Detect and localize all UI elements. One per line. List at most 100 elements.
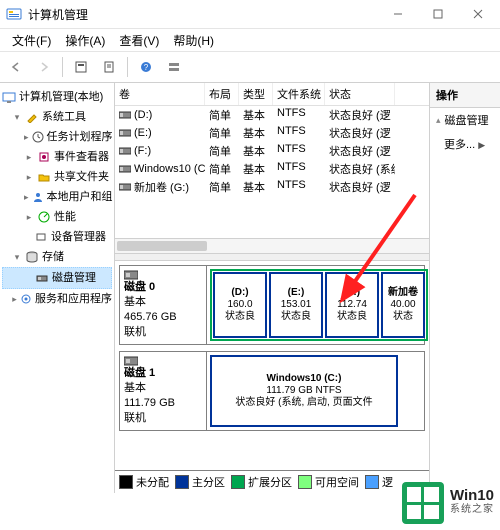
disk-mgmt-icon [35, 271, 49, 285]
horizontal-scrollbar[interactable] [115, 238, 429, 253]
collapse-icon[interactable]: ▾ [12, 248, 22, 266]
legend-label: 可用空间 [315, 474, 359, 490]
forward-button[interactable] [32, 55, 56, 79]
volume-fs: NTFS [273, 160, 325, 178]
splitter[interactable] [115, 253, 429, 261]
disk-graphical-view[interactable]: 磁盘 0基本465.76 GB联机(D:)160.0状态良(E:)153.01状… [115, 261, 429, 470]
volume-row[interactable]: Windows10 (C:)简单基本NTFS状态良好 (系统 [115, 160, 429, 178]
tree-disk-management[interactable]: 磁盘管理 [2, 267, 112, 289]
col-volume[interactable]: 卷 [115, 83, 205, 105]
volume-status: 状态良好 (逻 [325, 142, 395, 160]
tree-storage[interactable]: ▾ 存储 [2, 247, 112, 267]
refresh-button[interactable] [69, 55, 93, 79]
svg-text:?: ? [144, 63, 149, 72]
tree-event-viewer[interactable]: ▸事件查看器 [2, 147, 112, 167]
volume-name: Windows10 (C:) [134, 163, 205, 175]
volume-row[interactable]: 新加卷 (G:)简单基本NTFS状态良好 (逻 [115, 178, 429, 196]
computer-icon [2, 90, 16, 104]
tree-label: 设备管理器 [51, 228, 106, 246]
legend-label: 扩展分区 [248, 474, 292, 490]
maximize-button[interactable] [418, 0, 458, 28]
extended-partition-group[interactable]: (D:)160.0状态良(E:)153.01状态良(F:)112.74状态良新加… [210, 269, 428, 341]
disk[interactable]: 磁盘 1基本111.79 GB联机Windows10 (C:)111.79 GB… [119, 351, 425, 431]
legend: 未分配 主分区 扩展分区 可用空间 逻 [115, 470, 429, 493]
legend-swatch-unalloc [119, 475, 133, 489]
folder-icon [37, 170, 51, 184]
partition-title: Windows10 (C:) [267, 373, 342, 385]
partition-status: 状态良 [281, 311, 311, 323]
actions-header: 操作 [430, 83, 500, 108]
volume-fs: NTFS [273, 106, 325, 124]
volume-list[interactable]: 卷 布局 类型 文件系统 状态 (D:)简单基本NTFS状态良好 (逻(E:)简… [115, 83, 429, 253]
legend-swatch-free [298, 475, 312, 489]
menu-file[interactable]: 文件(F) [6, 30, 57, 51]
partition[interactable]: (F:)112.74状态良 [325, 272, 379, 338]
disk-state: 联机 [124, 325, 202, 340]
disk-partitions: (D:)160.0状态良(E:)153.01状态良(F:)112.74状态良新加… [207, 266, 424, 344]
volume-layout: 简单 [205, 142, 239, 160]
disk-partitions: Windows10 (C:)111.79 GB NTFS状态良好 (系统, 启动… [207, 352, 424, 430]
drive-icon [119, 128, 131, 138]
legend-label: 主分区 [192, 474, 225, 490]
expand-icon[interactable]: ▸ [24, 168, 34, 186]
expand-icon[interactable]: ▸ [24, 188, 29, 206]
disk-info[interactable]: 磁盘 0基本465.76 GB联机 [120, 266, 207, 344]
volume-header[interactable]: 卷 布局 类型 文件系统 状态 [115, 83, 429, 106]
volume-fs: NTFS [273, 142, 325, 160]
legend-label: 逻 [382, 474, 393, 490]
tree-label: 计算机管理(本地) [19, 88, 103, 106]
clock-icon [32, 130, 44, 144]
partition[interactable]: (E:)153.01状态良 [269, 272, 323, 338]
expand-icon[interactable]: ▸ [12, 290, 17, 308]
back-button[interactable] [4, 55, 28, 79]
menu-help[interactable]: 帮助(H) [167, 30, 220, 51]
help-button[interactable]: ? [134, 55, 158, 79]
volume-row[interactable]: (E:)简单基本NTFS状态良好 (逻 [115, 124, 429, 142]
actions-more[interactable]: 更多... ▶ [430, 132, 500, 156]
tree-task-scheduler[interactable]: ▸任务计划程序 [2, 127, 112, 147]
properties-button[interactable] [97, 55, 121, 79]
expand-icon[interactable]: ▸ [24, 128, 29, 146]
actions-more-label: 更多... [444, 139, 475, 151]
tree-root[interactable]: 计算机管理(本地) [2, 87, 112, 107]
partition-status: 状态 [393, 311, 413, 323]
actions-disk-mgmt[interactable]: ▴ 磁盘管理 [430, 108, 500, 132]
tree-services[interactable]: ▸服务和应用程序 [2, 289, 112, 309]
tree-label: 系统工具 [42, 108, 86, 126]
volume-row[interactable]: (F:)简单基本NTFS状态良好 (逻 [115, 142, 429, 160]
disk[interactable]: 磁盘 0基本465.76 GB联机(D:)160.0状态良(E:)153.01状… [119, 265, 425, 345]
event-icon [37, 150, 51, 164]
collapse-icon[interactable]: ▾ [12, 108, 22, 126]
col-type[interactable]: 类型 [239, 83, 273, 105]
menu-view[interactable]: 查看(V) [113, 30, 165, 51]
volume-row[interactable]: (D:)简单基本NTFS状态良好 (逻 [115, 106, 429, 124]
menu-action[interactable]: 操作(A) [59, 30, 111, 51]
col-status[interactable]: 状态 [325, 83, 395, 105]
tree-system-tools[interactable]: ▾ 系统工具 [2, 107, 112, 127]
watermark: Win10 系统之家 [402, 482, 494, 524]
disk-size: 111.79 GB [124, 396, 202, 411]
col-fs[interactable]: 文件系统 [273, 83, 325, 105]
expand-icon[interactable]: ▸ [24, 148, 34, 166]
disk-info[interactable]: 磁盘 1基本111.79 GB联机 [120, 352, 207, 430]
col-layout[interactable]: 布局 [205, 83, 239, 105]
partition[interactable]: (D:)160.0状态良 [213, 272, 267, 338]
tree-shared-folders[interactable]: ▸共享文件夹 [2, 167, 112, 187]
close-button[interactable] [458, 0, 498, 28]
tree-device-manager[interactable]: 设备管理器 [2, 227, 112, 247]
main-body: 计算机管理(本地) ▾ 系统工具 ▸任务计划程序 ▸事件查看器 ▸共享文件夹 ▸… [0, 83, 500, 493]
minimize-button[interactable] [378, 0, 418, 28]
volume-name: (D:) [134, 109, 152, 121]
partition[interactable]: 新加卷40.00状态 [381, 272, 425, 338]
center-pane: 卷 布局 类型 文件系统 状态 (D:)简单基本NTFS状态良好 (逻(E:)简… [115, 83, 430, 493]
view-button[interactable] [162, 55, 186, 79]
scrollbar-thumb[interactable] [117, 241, 207, 251]
watermark-logo-icon [402, 482, 444, 524]
volume-name: (E:) [134, 127, 152, 139]
volume-status: 状态良好 (逻 [325, 178, 395, 196]
tree-local-users[interactable]: ▸本地用户和组 [2, 187, 112, 207]
expand-icon[interactable]: ▸ [24, 208, 34, 226]
nav-tree[interactable]: 计算机管理(本地) ▾ 系统工具 ▸任务计划程序 ▸事件查看器 ▸共享文件夹 ▸… [0, 83, 115, 493]
partition[interactable]: Windows10 (C:)111.79 GB NTFS状态良好 (系统, 启动… [210, 355, 398, 427]
tree-performance[interactable]: ▸性能 [2, 207, 112, 227]
